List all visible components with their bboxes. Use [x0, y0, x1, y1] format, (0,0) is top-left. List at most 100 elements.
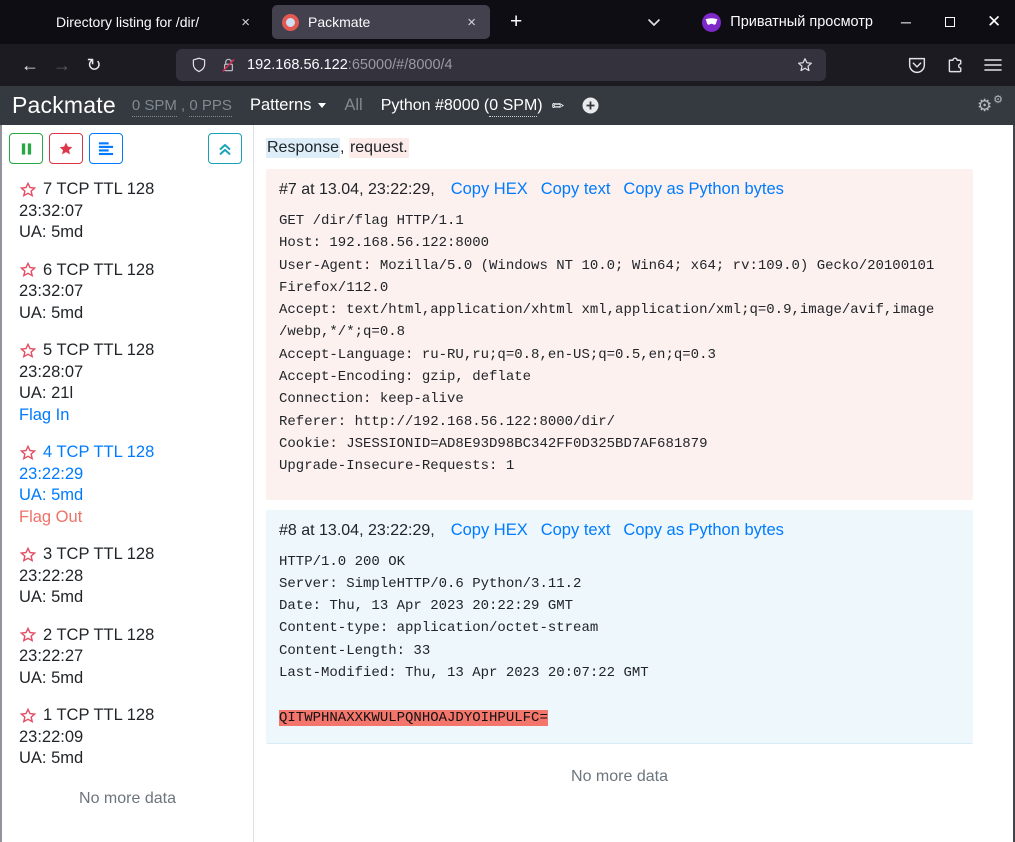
favorites-filter-button[interactable] — [49, 133, 83, 164]
stream-list: 7 TCP TTL 12823:32:07UA: 5md6 TCP TTL 12… — [2, 164, 253, 770]
copy-link-copy-hex[interactable]: Copy HEX — [451, 521, 528, 539]
browser-toolbar: ← → ↻ 192.168.56.122:65000/#/8000/4 — [0, 44, 1015, 86]
extensions-puzzle-icon[interactable] — [945, 55, 966, 76]
browser-window: Directory listing for /dir/ × Packmate ×… — [0, 0, 1015, 842]
stream-user-agent: UA: 5md — [19, 222, 247, 244]
stream-title: 7 TCP TTL 128 — [43, 179, 154, 201]
favorite-star-icon[interactable] — [19, 626, 37, 644]
pause-capture-button[interactable] — [9, 133, 43, 164]
copy-link-copy-text[interactable]: Copy text — [541, 180, 611, 198]
patterns-dropdown[interactable]: Patterns — [250, 96, 326, 115]
favorite-star-icon[interactable] — [19, 546, 37, 564]
url-path: :65000/#/8000/4 — [348, 57, 453, 73]
packet-legend: Response, request. — [266, 139, 973, 157]
filter-all[interactable]: All — [344, 96, 362, 115]
stream-user-agent: UA: 5md — [19, 587, 247, 609]
packet-title: #8 at 13.04, 23:22:29, — [279, 522, 435, 539]
packet-header: #8 at 13.04, 23:22:29, Copy HEX Copy text C… — [279, 521, 959, 540]
back-button-icon[interactable]: ← — [14, 55, 46, 76]
browser-tab-bar: Directory listing for /dir/ × Packmate ×… — [0, 0, 1015, 44]
stream-title: 2 TCP TTL 128 — [43, 625, 154, 647]
capture-spm-stat: 0 SPM — [489, 97, 537, 117]
packets-panel: Response, request. #7 at 13.04, 23:22:29… — [254, 125, 1013, 842]
maximize-button[interactable] — [943, 14, 957, 30]
reload-button-icon[interactable]: ↻ — [78, 55, 110, 76]
tab-close-icon[interactable]: × — [237, 14, 254, 31]
spm-stat: 0 SPM — [132, 97, 177, 117]
menu-hamburger-icon[interactable] — [983, 56, 1003, 74]
stream-title: 5 TCP TTL 128 — [43, 340, 154, 362]
capture-service-label[interactable]: Python #8000 (0 SPM) — [381, 97, 543, 115]
tab-title: Packmate — [308, 14, 453, 30]
stream-user-agent: UA: 21l — [19, 383, 247, 405]
stream-user-agent: UA: 5md — [19, 485, 247, 507]
edit-pencil-icon[interactable]: ✏ — [552, 97, 565, 115]
new-tab-button[interactable]: + — [504, 10, 528, 34]
add-service-button[interactable] — [582, 97, 599, 114]
packet-title: #7 at 13.04, 23:22:29, — [279, 181, 435, 198]
scroll-to-top-button[interactable] — [208, 133, 242, 164]
browser-tab-packmate[interactable]: Packmate × — [272, 5, 490, 39]
tab-close-icon[interactable]: × — [463, 14, 480, 31]
favorite-star-icon[interactable] — [19, 444, 37, 462]
stream-item-1[interactable]: 1 TCP TTL 12823:22:09UA: 5md — [19, 705, 247, 770]
legend-response: Response — [266, 138, 340, 158]
stream-time: 23:32:07 — [19, 281, 247, 303]
stream-item-3[interactable]: 3 TCP TTL 12823:22:28UA: 5md — [19, 544, 247, 609]
packet-body: HTTP/1.0 200 OK Server: SimpleHTTP/0.6 P… — [279, 551, 959, 729]
show-all-streams-button[interactable] — [89, 133, 123, 164]
close-window-button[interactable]: ✕ — [987, 12, 1001, 32]
stream-time: 23:28:07 — [19, 362, 247, 384]
pps-stat: 0 PPS — [189, 97, 232, 117]
minimize-button[interactable]: ─ — [899, 14, 913, 30]
traffic-stats: 0 SPM , 0 PPS — [132, 97, 232, 114]
sidebar-no-more-data: No more data — [2, 790, 253, 808]
shield-icon[interactable] — [190, 56, 208, 74]
packet-header: #7 at 13.04, 23:22:29, Copy HEX Copy text C… — [279, 180, 959, 199]
insecure-lock-icon[interactable] — [220, 56, 237, 74]
pocket-save-icon[interactable] — [906, 54, 928, 76]
main-no-more-data: No more data — [266, 768, 973, 786]
flag-highlight: QITWPHNAXXKWULPQNHOAJDYOIHPULFC= — [279, 710, 548, 726]
packet-list: #7 at 13.04, 23:22:29, Copy HEX Copy text C… — [266, 169, 973, 744]
stream-title: 1 TCP TTL 128 — [43, 705, 154, 727]
copy-link-copy-text[interactable]: Copy text — [541, 521, 611, 539]
url-host: 192.168.56.122 — [247, 57, 348, 73]
favorite-star-icon[interactable] — [19, 261, 37, 279]
browser-tab-directory-listing[interactable]: Directory listing for /dir/ × — [18, 5, 264, 39]
favorite-star-icon[interactable] — [19, 707, 37, 725]
legend-request: request. — [349, 138, 409, 158]
stream-time: 23:22:29 — [19, 464, 247, 486]
stream-item-4[interactable]: 4 TCP TTL 12823:22:29UA: 5mdFlag Out — [19, 442, 247, 528]
list-all-tabs-chevron-icon[interactable] — [646, 15, 662, 29]
app-brand[interactable]: Packmate — [12, 92, 116, 119]
copy-link-copy-hex[interactable]: Copy HEX — [451, 180, 528, 198]
copy-link-copy-as-python-bytes[interactable]: Copy as Python bytes — [623, 521, 784, 539]
packmate-favicon-icon — [282, 14, 299, 31]
stream-flag-out: Flag Out — [19, 508, 82, 526]
url-text: 192.168.56.122:65000/#/8000/4 — [247, 57, 453, 73]
favorite-star-icon[interactable] — [19, 342, 37, 360]
bookmark-star-icon[interactable] — [796, 56, 814, 74]
stream-item-6[interactable]: 6 TCP TTL 12823:32:07UA: 5md — [19, 260, 247, 325]
stream-time: 23:22:09 — [19, 727, 247, 749]
private-browsing-badge: Приватный просмотр — [702, 13, 873, 32]
stream-item-5[interactable]: 5 TCP TTL 12823:28:07UA: 21lFlag In — [19, 340, 247, 426]
forward-button-icon: → — [46, 55, 78, 76]
sidebar-toolbar — [2, 133, 253, 164]
stream-time: 23:22:28 — [19, 566, 247, 588]
stream-item-2[interactable]: 2 TCP TTL 12823:22:27UA: 5md — [19, 625, 247, 690]
private-mask-icon — [702, 13, 721, 32]
angles-up-icon — [217, 141, 233, 157]
copy-link-copy-as-python-bytes[interactable]: Copy as Python bytes — [623, 180, 784, 198]
packet-body: GET /dir/flag HTTP/1.1 Host: 192.168.56.… — [279, 210, 959, 478]
url-bar[interactable]: 192.168.56.122:65000/#/8000/4 — [176, 49, 826, 81]
window-controls: ─ ✕ — [899, 12, 1001, 32]
settings-gears-icon[interactable]: ⚙⚙ — [977, 95, 1003, 117]
favorite-star-icon[interactable] — [19, 181, 37, 199]
stream-title: 3 TCP TTL 128 — [43, 544, 154, 566]
tab-title: Directory listing for /dir/ — [56, 14, 227, 30]
caret-down-icon — [318, 103, 326, 108]
stream-item-7[interactable]: 7 TCP TTL 12823:32:07UA: 5md — [19, 179, 247, 244]
packet-card-request: #7 at 13.04, 23:22:29, Copy HEX Copy text C… — [266, 169, 973, 500]
